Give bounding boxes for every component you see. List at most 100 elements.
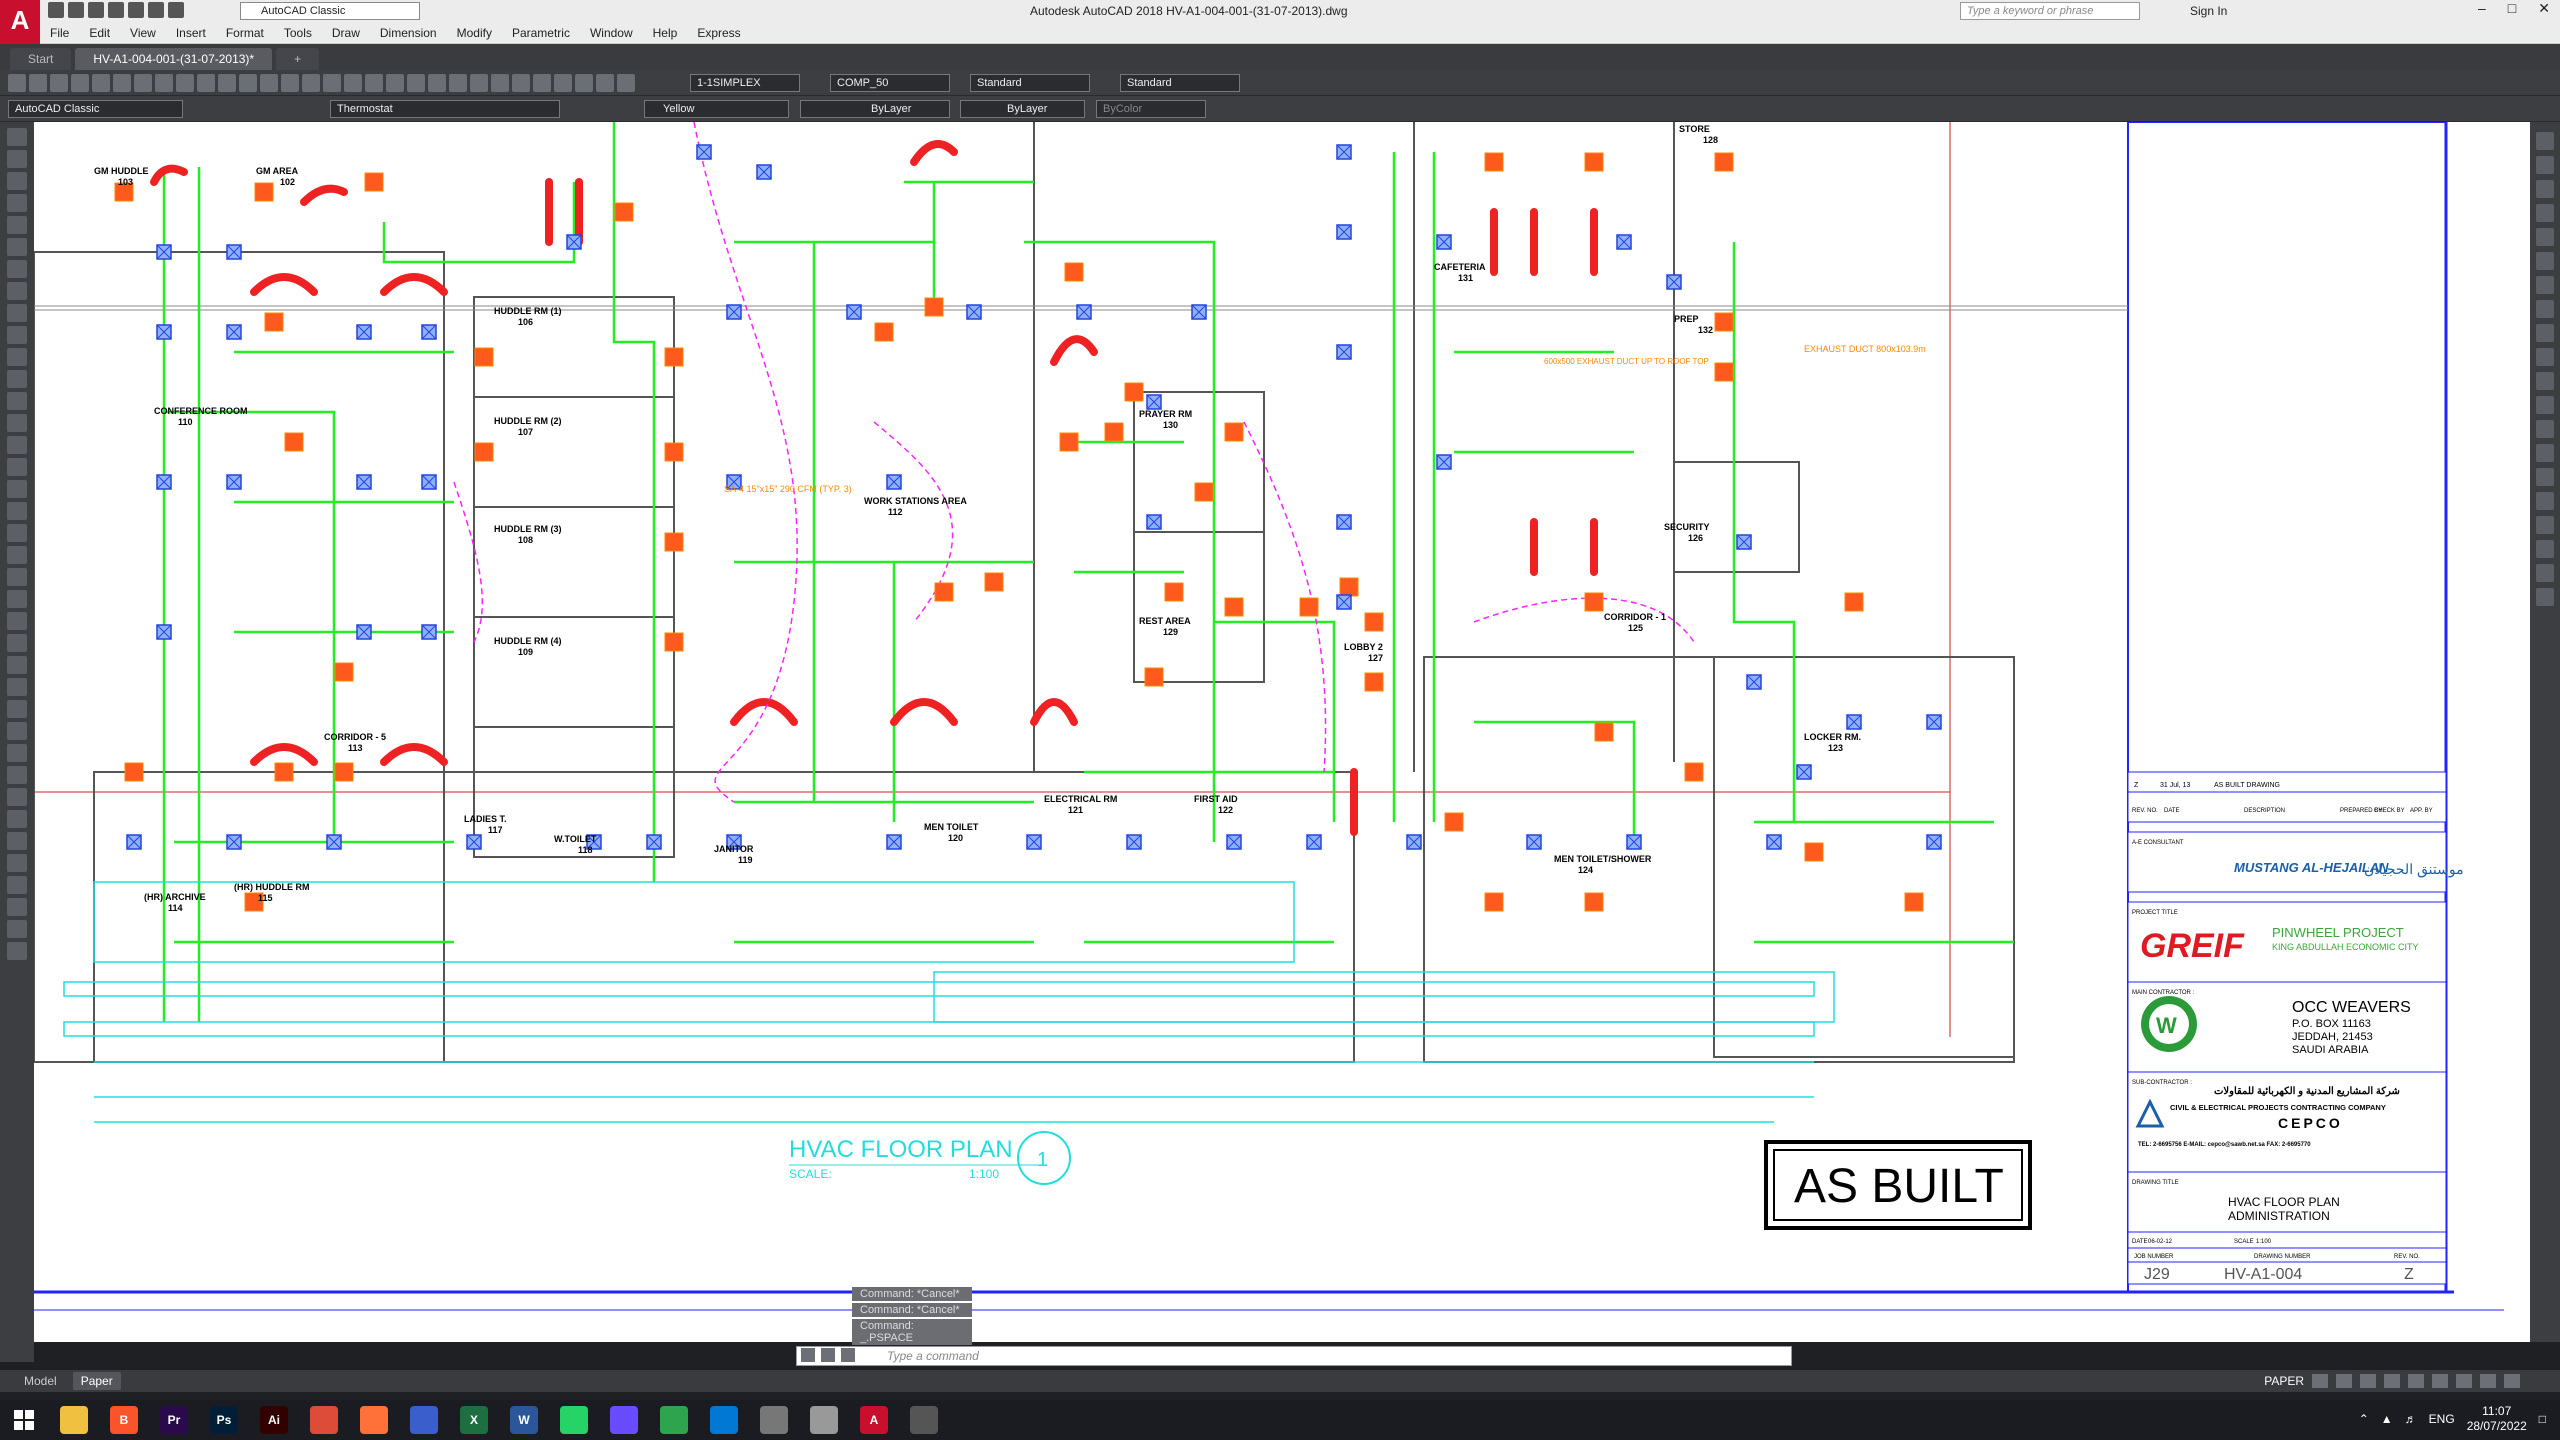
menu-tools[interactable]: Tools	[284, 26, 312, 40]
draw-tool-icon[interactable]	[7, 370, 27, 388]
photoshop-icon[interactable]: Ps	[210, 1406, 238, 1434]
toolbar-tool-icon[interactable]	[512, 74, 530, 92]
open-icon[interactable]	[68, 2, 84, 18]
menu-file[interactable]: File	[50, 26, 69, 40]
toolbar-tool-icon[interactable]	[491, 74, 509, 92]
menu-modify[interactable]: Modify	[457, 26, 492, 40]
plotstyle-select[interactable]: ByColor	[1096, 100, 1206, 118]
minimize-icon[interactable]: –	[2478, 0, 2486, 17]
illustrator-icon[interactable]: Ai	[260, 1406, 288, 1434]
toolbar-tool-icon[interactable]	[575, 74, 593, 92]
tray-up-icon[interactable]: ⌃	[2359, 1412, 2369, 1426]
toolbar-tool-icon[interactable]	[239, 74, 257, 92]
mleader-style-select[interactable]: Standard	[1120, 74, 1240, 92]
draw-tool-icon[interactable]	[7, 656, 27, 674]
toolbar-tool-icon[interactable]	[260, 74, 278, 92]
autocad-icon[interactable]: A	[860, 1406, 888, 1434]
customization-icon[interactable]	[2504, 1374, 2520, 1388]
toolbar-tool-icon[interactable]	[281, 74, 299, 92]
snap-icon[interactable]	[2312, 1374, 2328, 1388]
word-icon[interactable]: W	[510, 1406, 538, 1434]
draw-tool-icon[interactable]	[7, 304, 27, 322]
menu-dimension[interactable]: Dimension	[380, 26, 437, 40]
text-style-select[interactable]: 1-1SIMPLEX	[690, 74, 800, 92]
menu-window[interactable]: Window	[590, 26, 633, 40]
document-tab[interactable]: Start	[10, 48, 72, 70]
draw-tool-icon[interactable]	[7, 568, 27, 586]
modify-tool-icon[interactable]	[2536, 588, 2554, 606]
clock[interactable]: 11:07 28/07/2022	[2467, 1404, 2527, 1434]
close-command-icon[interactable]	[801, 1348, 815, 1362]
draw-tool-icon[interactable]	[7, 722, 27, 740]
draw-tool-icon[interactable]	[7, 348, 27, 366]
draw-tool-icon[interactable]	[7, 436, 27, 454]
modify-tool-icon[interactable]	[2536, 204, 2554, 222]
toolbar-tool-icon[interactable]	[554, 74, 572, 92]
polar-icon[interactable]	[2384, 1374, 2400, 1388]
redo-icon[interactable]	[168, 2, 184, 18]
layout-tab[interactable]: Paper	[72, 1372, 121, 1390]
excel-icon[interactable]: X	[460, 1406, 488, 1434]
draw-tool-icon[interactable]	[7, 634, 27, 652]
modify-tool-icon[interactable]	[2536, 180, 2554, 198]
draw-tool-icon[interactable]	[7, 480, 27, 498]
toolbar-tool-icon[interactable]	[302, 74, 320, 92]
firefox-icon[interactable]	[360, 1406, 388, 1434]
save-as-icon[interactable]	[108, 2, 124, 18]
draw-tool-icon[interactable]	[7, 876, 27, 894]
modify-tool-icon[interactable]	[2536, 276, 2554, 294]
dim-style-select[interactable]: COMP_50	[830, 74, 950, 92]
draw-tool-icon[interactable]	[7, 392, 27, 410]
space-toggle[interactable]: PAPER	[2264, 1374, 2304, 1388]
modify-tool-icon[interactable]	[2536, 300, 2554, 318]
brave-icon[interactable]: B	[110, 1406, 138, 1434]
color-select[interactable]: Yellow	[644, 100, 789, 118]
modify-tool-icon[interactable]	[2536, 324, 2554, 342]
modify-tool-icon[interactable]	[2536, 132, 2554, 150]
modify-tool-icon[interactable]	[2536, 396, 2554, 414]
search-input[interactable]: Type a keyword or phrase	[1960, 2, 2140, 20]
modify-tool-icon[interactable]	[2536, 228, 2554, 246]
modify-tool-icon[interactable]	[2536, 372, 2554, 390]
toolbar-tool-icon[interactable]	[113, 74, 131, 92]
new-icon[interactable]	[48, 2, 64, 18]
draw-tool-icon[interactable]	[7, 414, 27, 432]
network-icon[interactable]: ▲	[2381, 1412, 2393, 1426]
toolbar-tool-icon[interactable]	[596, 74, 614, 92]
customize-icon[interactable]	[821, 1348, 835, 1362]
draw-tool-icon[interactable]	[7, 326, 27, 344]
drawing-canvas[interactable]: GM HUDDLE 103 GM AREA 102 CONFERENCE ROOM 110…	[34, 122, 2530, 1342]
menu-help[interactable]: Help	[653, 26, 678, 40]
modify-tool-icon[interactable]	[2536, 348, 2554, 366]
menu-express[interactable]: Express	[697, 26, 740, 40]
modify-tool-icon[interactable]	[2536, 156, 2554, 174]
command-input[interactable]: Type a command	[796, 1346, 1792, 1366]
workspace-select[interactable]: AutoCAD Classic	[240, 2, 420, 20]
close-icon[interactable]: ✕	[2538, 0, 2550, 17]
ortho-icon[interactable]	[2360, 1374, 2376, 1388]
toolbar-tool-icon[interactable]	[617, 74, 635, 92]
draw-tool-icon[interactable]	[7, 150, 27, 168]
annotation-scale-icon[interactable]	[2456, 1374, 2472, 1388]
toolbar-tool-icon[interactable]	[365, 74, 383, 92]
modify-tool-icon[interactable]	[2536, 252, 2554, 270]
draw-tool-icon[interactable]	[7, 172, 27, 190]
toolbar-tool-icon[interactable]	[407, 74, 425, 92]
volume-icon[interactable]: ♬	[2405, 1412, 2417, 1426]
modify-tool-icon[interactable]	[2536, 420, 2554, 438]
draw-tool-icon[interactable]	[7, 128, 27, 146]
linetype-select[interactable]: ByLayer	[800, 100, 950, 118]
save-icon[interactable]	[88, 2, 104, 18]
chrome-icon[interactable]	[310, 1406, 338, 1434]
table-style-select[interactable]: Standard	[970, 74, 1090, 92]
autocad-logo[interactable]: A	[0, 0, 40, 44]
new-tab-button[interactable]: +	[276, 48, 320, 70]
toolbar-tool-icon[interactable]	[449, 74, 467, 92]
undo-icon[interactable]	[148, 2, 164, 18]
toolbar-tool-icon[interactable]	[323, 74, 341, 92]
draw-tool-icon[interactable]	[7, 216, 27, 234]
toolbar-tool-icon[interactable]	[533, 74, 551, 92]
document-tab[interactable]: HV-A1-004-001-(31-07-2013)*	[75, 48, 273, 70]
maximize-icon[interactable]: □	[2508, 0, 2516, 17]
menu-edit[interactable]: Edit	[89, 26, 110, 40]
